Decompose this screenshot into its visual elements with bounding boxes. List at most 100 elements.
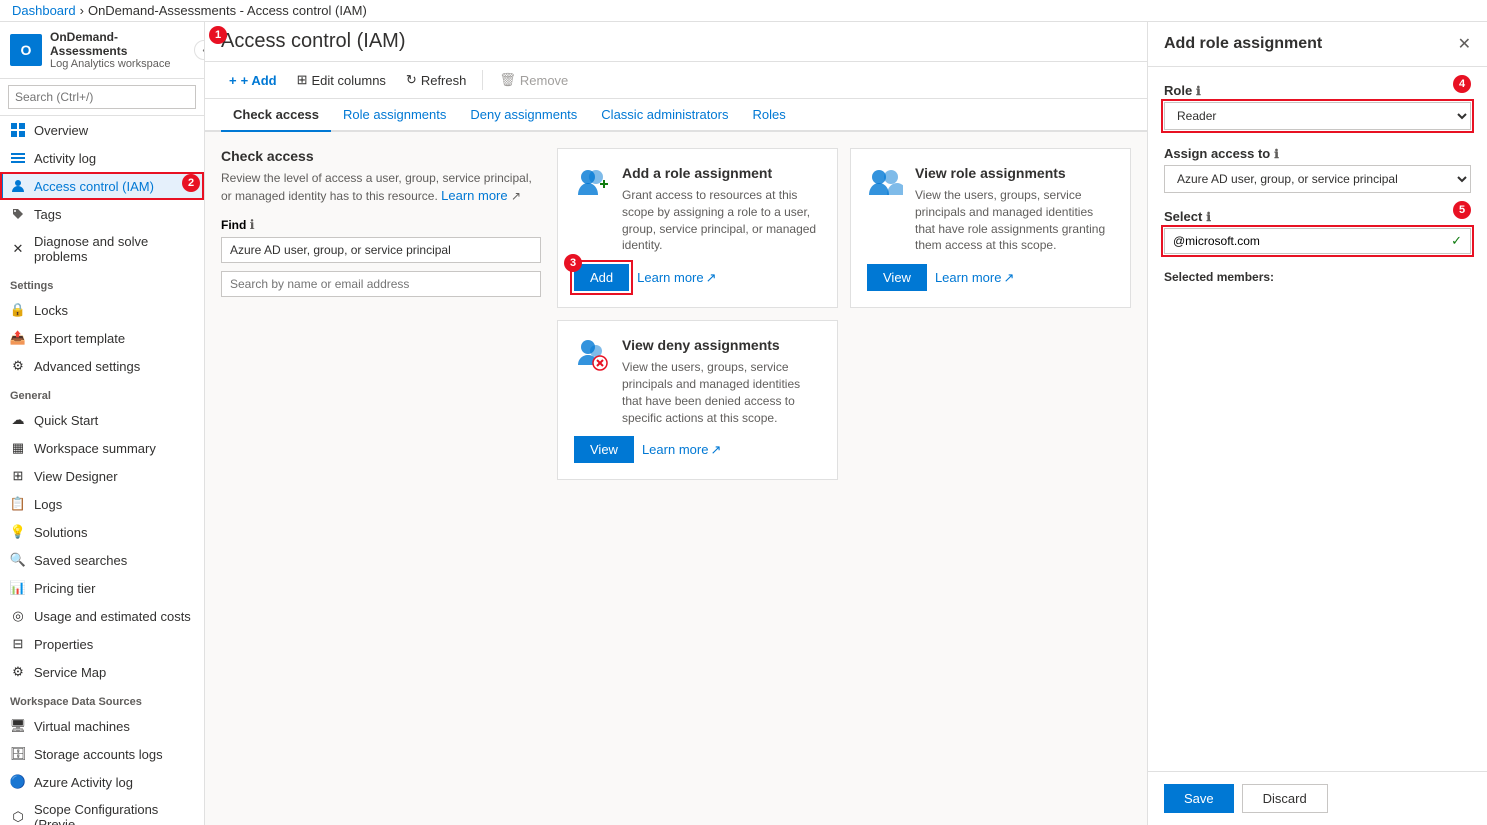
- edit-columns-button[interactable]: ⊞ Edit columns: [289, 68, 394, 92]
- remove-button[interactable]: 🗑 Remove: [491, 68, 576, 92]
- check-access-panel: Check access Review the level of access …: [221, 148, 541, 809]
- sidebar-search-container: [0, 79, 204, 116]
- sidebar-item-properties[interactable]: ⊟ Properties: [0, 630, 204, 658]
- sidebar-item-overview[interactable]: Overview: [0, 116, 204, 144]
- tab-check-access[interactable]: Check access: [221, 99, 331, 132]
- assign-access-select[interactable]: Azure AD user, group, or service princip…: [1164, 165, 1471, 193]
- add-role-learn-more[interactable]: Learn more ↗: [637, 270, 716, 286]
- sidebar-item-overview-label: Overview: [34, 123, 88, 138]
- view-role-learn-more-text: Learn more: [935, 270, 1001, 285]
- save-button[interactable]: Save: [1164, 784, 1234, 813]
- view-role-card-title: View role assignments: [915, 165, 1114, 181]
- sidebar-item-access-control-label: Access control (IAM): [34, 179, 154, 194]
- sidebar-item-export[interactable]: 📤 Export template: [0, 324, 204, 352]
- assign-access-label-text: Assign access to: [1164, 146, 1270, 161]
- refresh-icon: ↻: [406, 72, 417, 88]
- view-role-learn-more[interactable]: Learn more ↗: [935, 270, 1014, 286]
- sidebar-item-vm-label: Virtual machines: [34, 719, 130, 734]
- add-label: + Add: [241, 73, 277, 88]
- check-access-learn-more[interactable]: Learn more: [441, 188, 507, 203]
- service-map-icon: ⚙: [10, 664, 26, 680]
- tab-deny-assignments[interactable]: Deny assignments: [458, 99, 589, 132]
- check-access-title: Check access: [221, 148, 541, 164]
- view-role-card-icon: [867, 165, 903, 201]
- advanced-settings-icon: ⚙: [10, 358, 26, 374]
- sidebar-item-view-designer[interactable]: ⊞ View Designer: [0, 462, 204, 490]
- right-panel-close-button[interactable]: ✕: [1458, 34, 1471, 54]
- sidebar-search-input[interactable]: [8, 85, 196, 109]
- sidebar-item-storage-accounts-logs[interactable]: 🗄 Storage accounts logs: [0, 740, 204, 768]
- find-label: Find ℹ: [221, 217, 541, 233]
- sidebar-item-quick-start-label: Quick Start: [34, 413, 98, 428]
- deny-view-button[interactable]: View: [574, 436, 634, 463]
- sidebar-item-scope-configurations[interactable]: ⬡ Scope Configurations (Previe...: [0, 796, 204, 825]
- sidebar-collapse-button[interactable]: ‹: [194, 40, 205, 60]
- sidebar-item-service-map[interactable]: ⚙ Service Map: [0, 658, 204, 686]
- add-role-learn-more-text: Learn more: [637, 270, 703, 285]
- search-by-name-input[interactable]: [221, 271, 541, 297]
- breadcrumb-dashboard[interactable]: Dashboard: [12, 3, 76, 18]
- sidebar-item-tags[interactable]: Tags: [0, 200, 204, 228]
- add-icon: +: [229, 73, 237, 88]
- select-info-icon[interactable]: ℹ: [1206, 210, 1211, 224]
- sidebar-item-solutions-label: Solutions: [34, 525, 87, 540]
- deny-external-link-icon: ↗: [710, 442, 721, 458]
- workspace-summary-icon: ▦: [10, 440, 26, 456]
- add-button[interactable]: + + Add: [221, 69, 285, 92]
- tab-classic-administrators[interactable]: Classic administrators: [589, 99, 740, 132]
- view-role-view-button[interactable]: View: [867, 264, 927, 291]
- sidebar-item-saved-searches-label: Saved searches: [34, 553, 127, 568]
- sidebar-item-usage-costs-label: Usage and estimated costs: [34, 609, 191, 624]
- tags-icon: [10, 206, 26, 222]
- locks-icon: 🔒: [10, 302, 26, 318]
- view-designer-icon: ⊞: [10, 468, 26, 484]
- sidebar-item-logs[interactable]: 📋 Logs: [0, 490, 204, 518]
- refresh-button[interactable]: ↻ Refresh: [398, 68, 474, 92]
- select-label-text: Select: [1164, 209, 1202, 224]
- usage-costs-icon: ◎: [10, 608, 26, 624]
- view-role-card-description: View the users, groups, service principa…: [915, 187, 1114, 254]
- sidebar-item-azure-activity-label: Azure Activity log: [34, 775, 133, 790]
- sidebar-item-advanced-settings[interactable]: ⚙ Advanced settings: [0, 352, 204, 380]
- role-select[interactable]: Reader: [1164, 102, 1471, 130]
- sidebar-item-locks[interactable]: 🔒 Locks: [0, 296, 204, 324]
- sidebar-item-quick-start[interactable]: ☁ Quick Start: [0, 406, 204, 434]
- assign-access-info-icon[interactable]: ℹ: [1274, 147, 1279, 161]
- sidebar-item-access-control[interactable]: Access control (IAM) 2: [0, 172, 204, 200]
- add-role-card-header: Add a role assignment Grant access to re…: [574, 165, 821, 254]
- sidebar-item-azure-activity-log[interactable]: 🔵 Azure Activity log: [0, 768, 204, 796]
- sidebar-item-virtual-machines[interactable]: 🖥 Virtual machines: [0, 712, 204, 740]
- sidebar-item-pricing-tier[interactable]: 📊 Pricing tier: [0, 574, 204, 602]
- breadcrumb-current: OnDemand-Assessments - Access control (I…: [88, 3, 367, 18]
- sidebar-item-usage-costs[interactable]: ◎ Usage and estimated costs: [0, 602, 204, 630]
- sidebar-item-workspace-summary[interactable]: ▦ Workspace summary: [0, 434, 204, 462]
- select-input[interactable]: [1165, 229, 1443, 253]
- workspace-icon: O: [10, 34, 42, 66]
- find-dropdown[interactable]: Azure AD user, group, or service princip…: [221, 237, 541, 263]
- add-role-add-button[interactable]: 3 Add: [574, 264, 629, 291]
- view-role-view-label: View: [883, 270, 911, 285]
- view-deny-assignments-card: View deny assignments View the users, gr…: [557, 320, 838, 480]
- pricing-tier-icon: 📊: [10, 580, 26, 596]
- azure-activity-icon: 🔵: [10, 774, 26, 790]
- add-role-card-text: Add a role assignment Grant access to re…: [622, 165, 821, 254]
- sidebar-item-workspace-summary-label: Workspace summary: [34, 441, 156, 456]
- settings-section-label: Settings: [0, 270, 204, 296]
- select-input-wrapper: ✓: [1164, 228, 1471, 254]
- sidebar-item-saved-searches[interactable]: 🔍 Saved searches: [0, 546, 204, 574]
- deny-learn-more[interactable]: Learn more ↗: [642, 442, 721, 458]
- discard-button[interactable]: Discard: [1242, 784, 1328, 813]
- annotation-5: 5: [1453, 201, 1471, 219]
- sidebar-item-activity-log[interactable]: Activity log: [0, 144, 204, 172]
- sidebar-item-diagnose[interactable]: ✕ Diagnose and solve problems: [0, 228, 204, 270]
- sidebar-item-solutions[interactable]: 💡 Solutions: [0, 518, 204, 546]
- sidebar-item-service-map-label: Service Map: [34, 665, 106, 680]
- edit-columns-icon: ⊞: [297, 72, 308, 88]
- export-icon: 📤: [10, 330, 26, 346]
- role-form-group: 4 Role ℹ Reader: [1164, 83, 1471, 130]
- role-select-wrapper: Reader: [1164, 102, 1471, 130]
- tab-role-assignments[interactable]: Role assignments: [331, 99, 458, 132]
- role-info-icon[interactable]: ℹ: [1196, 84, 1201, 98]
- tab-roles[interactable]: Roles: [740, 99, 797, 132]
- scope-icon: ⬡: [10, 809, 26, 825]
